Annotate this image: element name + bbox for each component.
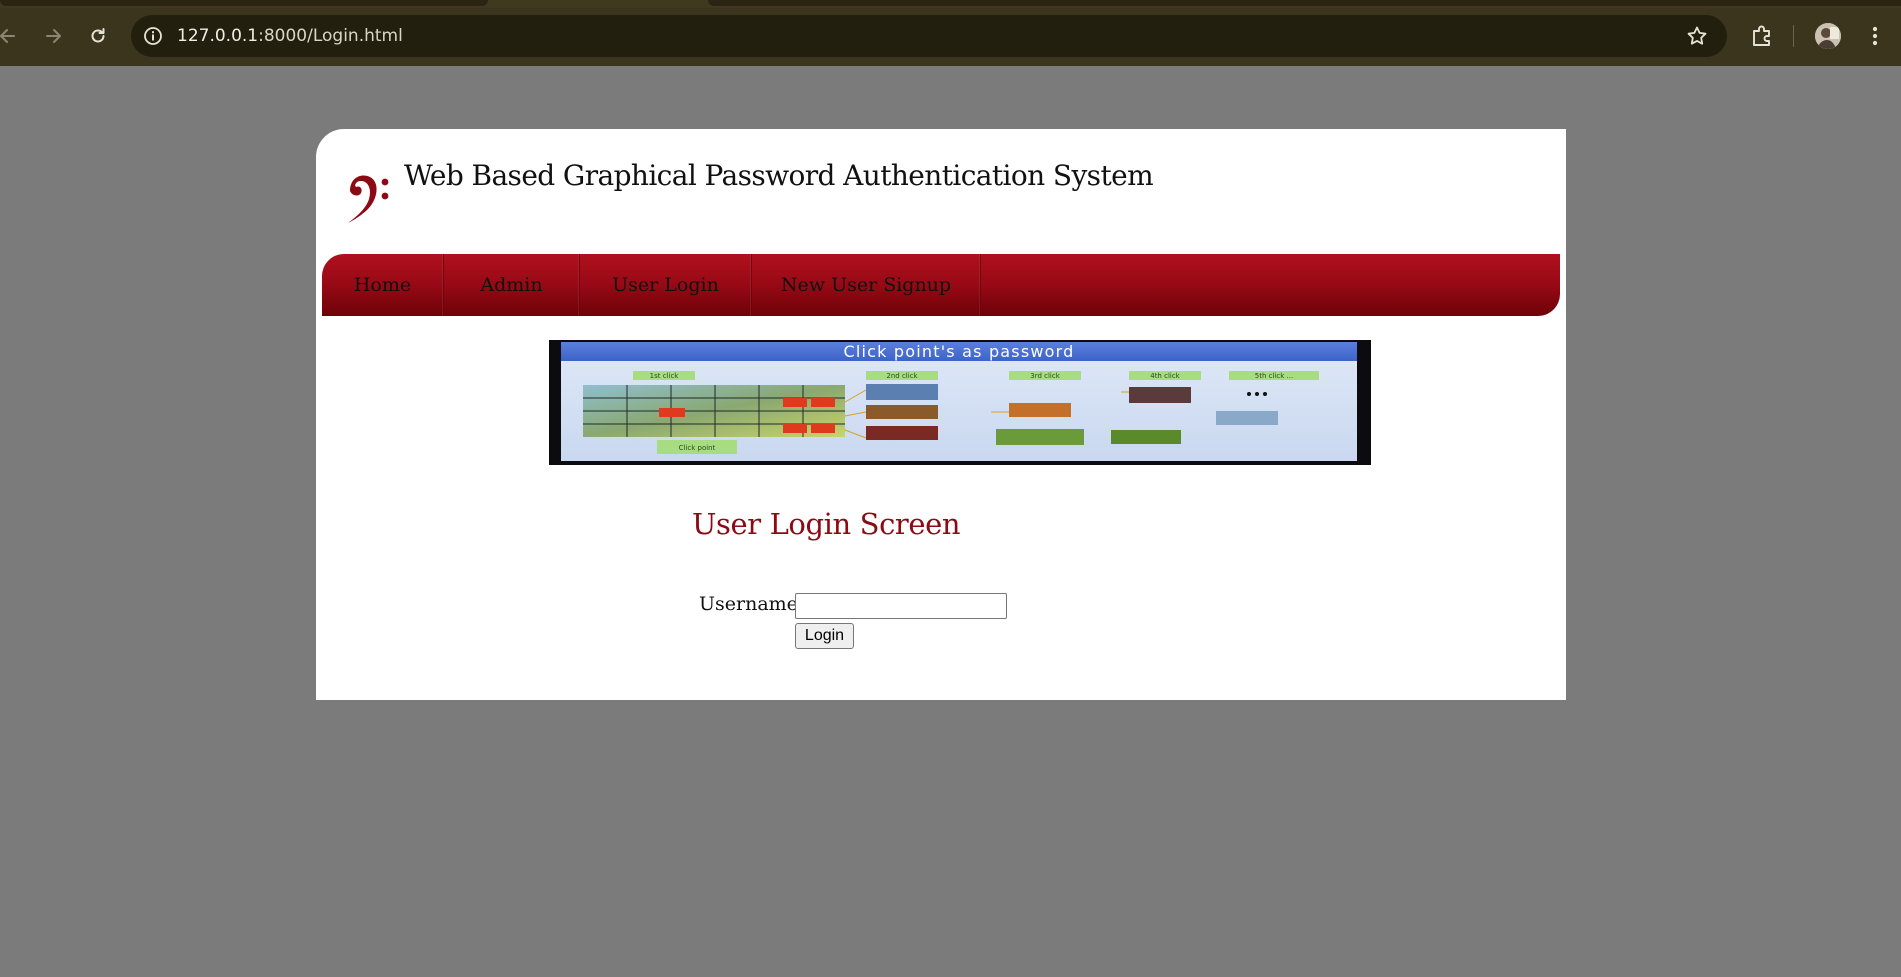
page-container: Web Based Graphical Password Authenticat… [316, 129, 1566, 700]
login-heading: User Login Screen [692, 507, 961, 541]
info-icon[interactable] [142, 25, 164, 47]
site-title: Web Based Graphical Password Authenticat… [404, 159, 1154, 192]
photo-thumb [996, 429, 1084, 445]
step-label-1: 1st click [650, 372, 680, 380]
step-label-4: 4th click [1150, 372, 1180, 380]
step-label-2: 2nd click [886, 372, 918, 380]
nav-item-user-login[interactable]: User Login [580, 254, 752, 316]
click-point-diagram: 1st click 2nd click 3rd click 4th click … [583, 371, 1319, 454]
tab-strip [0, 0, 1901, 8]
reload-icon [91, 28, 105, 43]
step-label-5: 5th click ... [1255, 372, 1293, 380]
profile-photo-icon [1815, 23, 1841, 49]
photo-thumb [1129, 387, 1191, 403]
browser-toolbar: 127.0.0.1:8000/Login.html [0, 0, 1901, 66]
kebab-menu-icon[interactable] [1862, 23, 1888, 49]
url-text[interactable]: 127.0.0.1:8000/Login.html [177, 15, 403, 57]
arrow-left-icon [0, 29, 15, 43]
photo-thumb [1111, 430, 1181, 444]
username-label: Username [699, 593, 798, 615]
click-points-banner: Click point's as password 1st click 2nd … [549, 340, 1371, 465]
browser-tab[interactable] [0, 0, 488, 6]
back-button[interactable] [0, 20, 24, 52]
toolbar-divider [1793, 25, 1794, 47]
banner-image: Click point's as password 1st click 2nd … [561, 342, 1357, 461]
photo-thumb [1216, 411, 1278, 425]
step-labels: 1st click 2nd click 3rd click 4th click … [633, 371, 1319, 380]
nav-item-new-user-signup[interactable]: New User Signup [752, 254, 981, 316]
login-button[interactable]: Login [795, 623, 854, 649]
bass-clef-icon [348, 175, 389, 223]
nav-item-admin[interactable]: Admin [444, 254, 580, 316]
nav-item-home[interactable]: Home [322, 254, 444, 316]
puzzle-icon[interactable] [1749, 23, 1775, 49]
url-path: :8000/Login.html [258, 26, 403, 46]
avatar[interactable] [1815, 23, 1841, 49]
click-point-note: Click point [679, 444, 716, 452]
browser-tab[interactable] [708, 0, 1901, 6]
star-icon[interactable] [1685, 24, 1709, 48]
username-input[interactable] [795, 593, 1007, 619]
photo-thumb [866, 426, 938, 440]
main-nav: Home Admin User Login New User Signup [322, 254, 1560, 316]
address-bar[interactable]: 127.0.0.1:8000/Login.html [131, 15, 1727, 57]
photo-thumb [866, 384, 938, 400]
arrow-right-icon [46, 29, 61, 43]
reload-button[interactable] [82, 20, 114, 52]
forward-button[interactable] [37, 20, 69, 52]
photo-thumb [866, 405, 938, 419]
url-host: 127.0.0.1 [177, 26, 259, 46]
photo-thumb [1009, 403, 1071, 417]
step-label-3: 3rd click [1030, 372, 1060, 380]
